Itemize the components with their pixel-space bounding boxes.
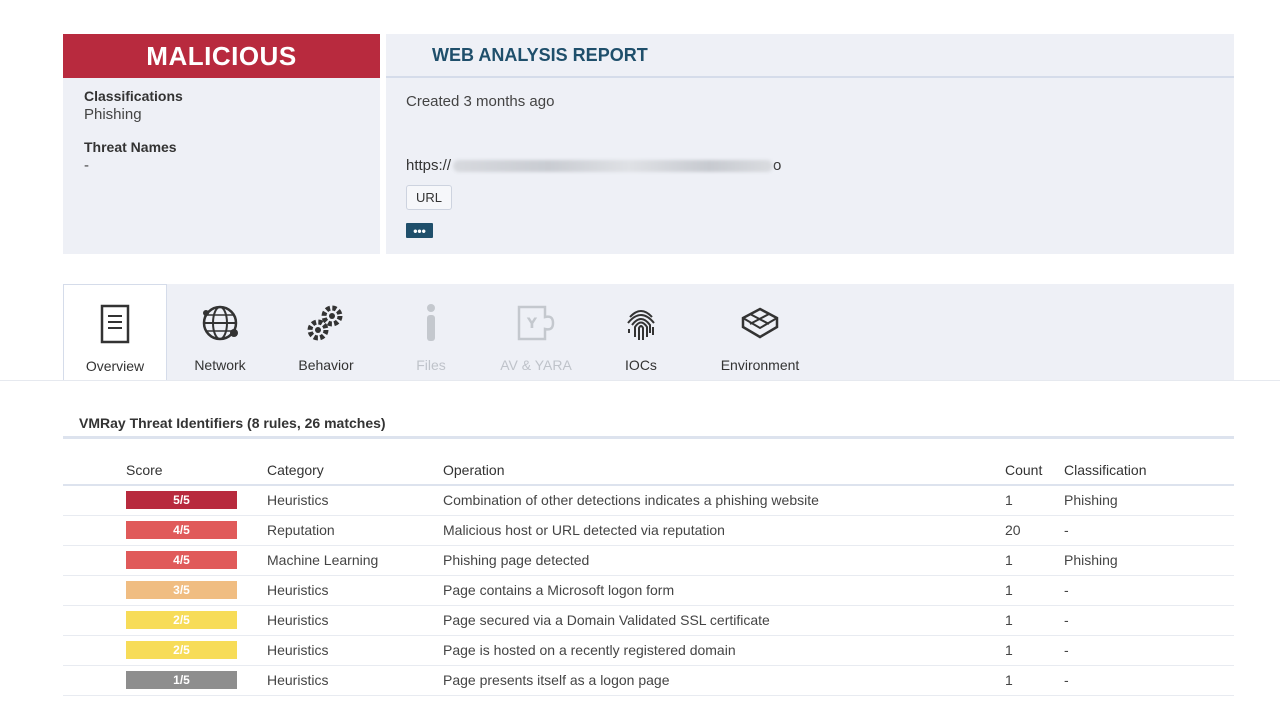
svg-text:Y: Y (526, 316, 538, 332)
count-cell: 1 (1005, 575, 1064, 606)
table-row[interactable]: 4/5 Machine Learning Phishing page detecte… (63, 545, 1234, 576)
classification-cell: - (1064, 515, 1234, 546)
col-classification[interactable]: Classification (1064, 455, 1234, 486)
score-cell: 4/5 (63, 515, 267, 546)
classification-cell: Phishing (1064, 545, 1234, 576)
summary-panel: Classifications Phishing Threat Names - (63, 78, 380, 254)
score-cell: 2/5 (63, 605, 267, 636)
score-badge: 4/5 (126, 551, 237, 569)
globe-icon (198, 301, 242, 345)
tab-label: Environment (720, 357, 800, 373)
url-suffix: o (773, 157, 782, 174)
tab-label: IOCs (625, 357, 657, 373)
section-title: VMRay Threat Identifiers (8 rules, 26 ma… (79, 415, 386, 431)
category-cell: Heuristics (267, 605, 443, 636)
score-cell: 1/5 (63, 665, 267, 696)
more-button[interactable]: ••• (406, 223, 433, 238)
classification-cell: - (1064, 665, 1234, 696)
table-row[interactable]: 3/5 Heuristics Page contains a Microsoft l… (63, 575, 1234, 606)
score-badge: 2/5 (126, 611, 237, 629)
classifications-value: Phishing (84, 106, 142, 123)
url-type-badge: URL (406, 185, 453, 210)
threat-identifiers-table: Score Category Operation Count Classific… (63, 455, 1234, 696)
tab-label: Overview (85, 358, 145, 374)
tab-network[interactable]: Network (168, 284, 272, 380)
threat-names-value: - (84, 157, 89, 174)
col-count[interactable]: Count (1005, 455, 1064, 486)
category-cell: Heuristics (267, 575, 443, 606)
table-row[interactable]: 5/5 Heuristics Combination of other detect… (63, 485, 1234, 516)
count-cell: 1 (1005, 605, 1064, 636)
score-cell: 5/5 (63, 485, 267, 516)
count-cell: 1 (1005, 665, 1064, 696)
gears-icon (304, 301, 348, 345)
classifications-group: Classifications Phishing (84, 88, 359, 123)
category-cell: Machine Learning (267, 545, 443, 576)
classification-cell: Phishing (1064, 485, 1234, 516)
score-badge: 1/5 (126, 671, 237, 689)
score-cell: 2/5 (63, 635, 267, 666)
count-cell: 1 (1005, 485, 1064, 516)
analyzed-url[interactable]: https:// o (406, 157, 781, 174)
threat-names-label: Threat Names (84, 139, 177, 155)
verdict-banner: MALICIOUS (63, 34, 380, 78)
section-divider (63, 436, 1234, 439)
document-icon (93, 302, 137, 346)
classification-cell: - (1064, 575, 1234, 606)
operation-cell: Combination of other detections indicate… (443, 485, 1005, 516)
score-cell: 3/5 (63, 575, 267, 606)
score-badge: 2/5 (126, 641, 237, 659)
tab-label: Files (416, 357, 446, 373)
cube-icon (738, 301, 782, 345)
count-cell: 20 (1005, 515, 1064, 546)
score-cell: 4/5 (63, 545, 267, 576)
tab-behavior[interactable]: Behavior (274, 284, 378, 380)
url-prefix: https:// (406, 157, 452, 174)
category-cell: Reputation (267, 515, 443, 546)
classification-cell: - (1064, 605, 1234, 636)
score-badge: 5/5 (126, 491, 237, 510)
table-row[interactable]: 1/5 Heuristics Page presents itself as a l… (63, 665, 1234, 696)
col-operation[interactable]: Operation (443, 455, 1005, 486)
classifications-label: Classifications (84, 88, 183, 104)
url-redacted (453, 159, 774, 172)
tab-label: AV & YARA (500, 357, 572, 373)
col-score[interactable]: Score (63, 455, 267, 486)
info-icon (409, 301, 453, 345)
table-row[interactable]: 4/5 Reputation Malicious host or URL detec… (63, 515, 1234, 546)
table-row[interactable]: 2/5 Heuristics Page is hosted on a recentl… (63, 635, 1234, 666)
fingerprint-icon (619, 301, 663, 345)
report-title: WEB ANALYSIS REPORT (386, 34, 1234, 78)
operation-cell: Page secured via a Domain Validated SSL … (443, 605, 1005, 636)
tab-label: Behavior (298, 357, 354, 373)
threat-names-group: Threat Names - (84, 139, 359, 174)
score-badge: 3/5 (126, 581, 237, 599)
tab-label: Network (194, 357, 246, 373)
operation-cell: Phishing page detected (443, 545, 1005, 576)
tab-iocs[interactable]: IOCs (589, 284, 693, 380)
tab-av-yara[interactable]: Y AV & YARA (484, 284, 588, 380)
operation-cell: Malicious host or URL detected via reput… (443, 515, 1005, 546)
score-badge: 4/5 (126, 521, 237, 539)
tab-environment[interactable]: Environment (695, 284, 825, 380)
tab-divider (0, 380, 1280, 381)
report-body: Created 3 months ago https:// o URL ••• (386, 78, 1234, 254)
tab-files[interactable]: Files (379, 284, 483, 380)
classification-cell: - (1064, 635, 1234, 666)
operation-cell: Page is hosted on a recently registered … (443, 635, 1005, 666)
col-category[interactable]: Category (267, 455, 443, 486)
operation-cell: Page presents itself as a logon page (443, 665, 1005, 696)
created-text: Created 3 months ago (406, 93, 555, 110)
operation-cell: Page contains a Microsoft logon form (443, 575, 1005, 606)
count-cell: 1 (1005, 545, 1064, 576)
table-header-row: Score Category Operation Count Classific… (63, 455, 1234, 486)
count-cell: 1 (1005, 635, 1064, 666)
table-row[interactable]: 2/5 Heuristics Page secured via a Domain V… (63, 605, 1234, 636)
report-tabs: Overview Network Behavior Files Y AV & Y… (63, 284, 1234, 381)
category-cell: Heuristics (267, 665, 443, 696)
tab-overview[interactable]: Overview (63, 284, 167, 381)
category-cell: Heuristics (267, 485, 443, 516)
puzzle-icon: Y (514, 301, 558, 345)
category-cell: Heuristics (267, 635, 443, 666)
